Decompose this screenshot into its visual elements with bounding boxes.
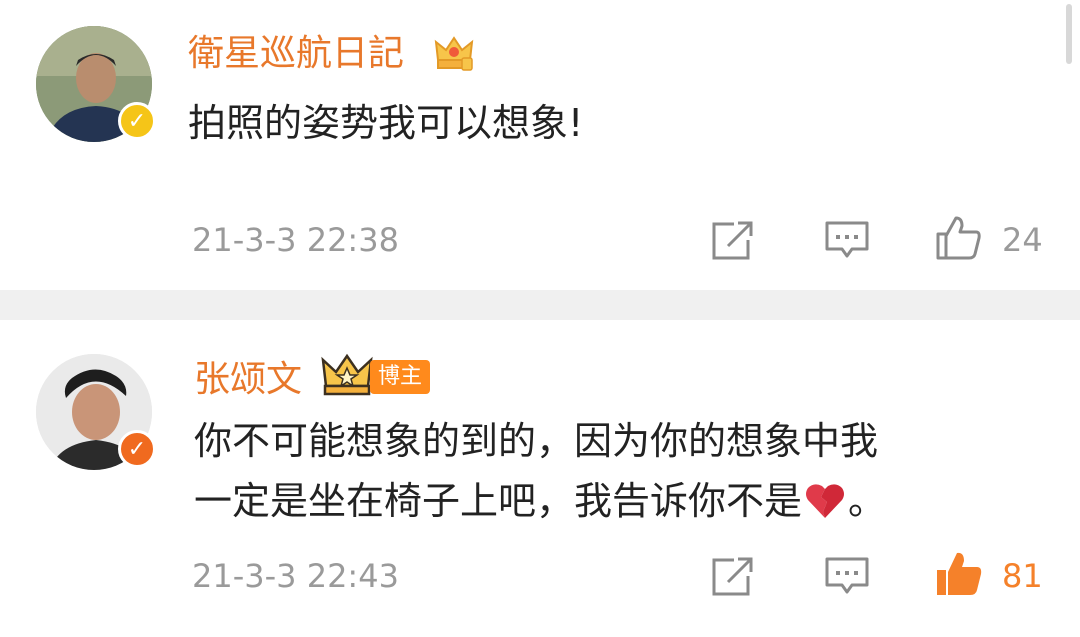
comment-content-period: 。 — [848, 479, 887, 523]
like-icon[interactable] — [934, 214, 984, 262]
comment-divider — [0, 290, 1080, 320]
comment-reply-icon[interactable] — [824, 556, 870, 596]
scrollbar[interactable] — [1066, 4, 1072, 64]
verified-badge-icon: ✓ — [118, 430, 156, 468]
avatar[interactable]: ✓ — [36, 354, 156, 470]
comment-item: ✓ 衛星巡航日記 拍照的姿势我可以想象! 21-3-3 22:38 24 — [0, 0, 1080, 290]
comment-content-text: 一定是坐在椅子上吧，我告诉你不是 — [194, 479, 803, 523]
comment-username[interactable]: 张颂文 — [194, 360, 302, 400]
comment-content: 拍照的姿势我可以想象! — [188, 101, 584, 145]
like-count: 81 — [1002, 557, 1043, 595]
blogger-badge: 博主 — [370, 360, 431, 394]
comment-content-line-2: 一定是坐在椅子上吧，我告诉你不是 。 — [194, 470, 886, 532]
comment-username[interactable]: 衛星巡航日記 — [188, 34, 404, 74]
verified-badge-icon: ✓ — [118, 102, 156, 140]
share-icon[interactable] — [710, 554, 756, 598]
like-icon-active[interactable] — [934, 550, 984, 598]
comment-time: 21-3-3 22:38 — [192, 221, 399, 259]
vip-crown-icon — [321, 353, 373, 396]
broken-heart-icon — [806, 484, 845, 518]
comment-item: ✓ 张颂文 博主 你不可能想象的到的，因为你的想象中我 一定是坐在椅子上吧，我告… — [0, 320, 1080, 637]
like-count: 24 — [1002, 221, 1043, 259]
avatar[interactable]: ✓ — [36, 26, 156, 142]
share-icon[interactable] — [710, 218, 756, 262]
comment-reply-icon[interactable] — [824, 220, 870, 260]
vip-crown-icon — [434, 36, 474, 71]
comment-content-line-1: 你不可能想象的到的，因为你的想象中我 — [194, 419, 879, 463]
comment-time: 21-3-3 22:43 — [192, 557, 399, 595]
